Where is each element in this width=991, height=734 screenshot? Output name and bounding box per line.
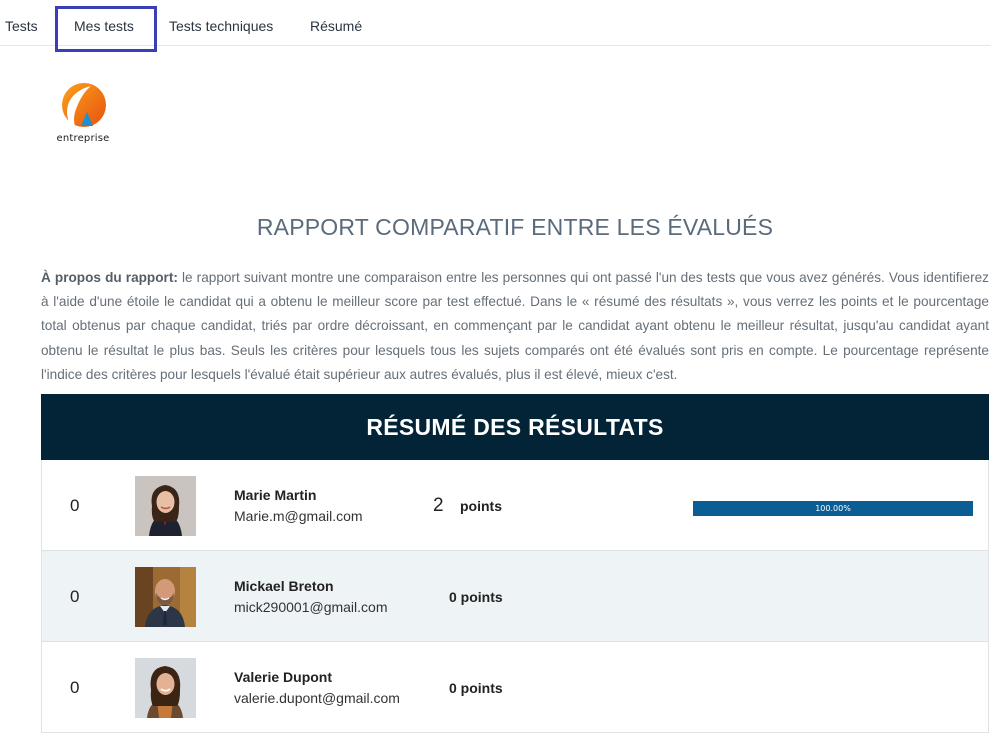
logo-text: entreprise <box>56 133 110 144</box>
candidate-name: Marie Martin <box>234 487 317 503</box>
points-text: 0 points <box>449 589 503 605</box>
points-text: 0 points <box>449 680 503 696</box>
report-title: RAPPORT COMPARATIF ENTRE LES ÉVALUÉS <box>256 214 774 240</box>
rank-value: 0 <box>70 587 80 606</box>
result-row: 0 Valerie Dupont valerie.dupont@gmail.co… <box>41 642 989 733</box>
nav-item-tests[interactable]: Tests <box>5 18 38 34</box>
rank-value: 0 <box>70 678 80 697</box>
candidate-email: mick290001@gmail.com <box>234 599 388 615</box>
points-value: 2 <box>433 495 444 516</box>
candidate-email: Marie.m@gmail.com <box>234 508 363 524</box>
nav-item-resume[interactable]: Résumé <box>310 18 362 34</box>
candidate-name: Mickael Breton <box>234 578 334 594</box>
results-title: RÉSUMÉ DES RÉSULTATS <box>366 413 664 440</box>
avatar-man-icon <box>135 567 196 627</box>
score-progress-bar: 100.00% <box>693 501 973 516</box>
avatar <box>135 567 196 627</box>
avatar-woman-icon <box>135 476 196 536</box>
candidate-email: valerie.dupont@gmail.com <box>234 690 400 706</box>
results-list: 0 Marie Martin Marie.m@gmail.com 2 point… <box>41 460 989 733</box>
candidate-name: Valerie Dupont <box>234 669 333 685</box>
points-label: points <box>460 498 502 514</box>
result-row: 0 Mickael Breton mick290001@gmail.com 0 … <box>41 551 989 642</box>
rank-value: 0 <box>70 496 80 515</box>
nav-item-tests-techniques[interactable]: Tests techniques <box>169 18 273 34</box>
about-label: À propos du rapport: <box>41 270 178 285</box>
company-logo: entreprise <box>50 80 116 146</box>
avatar <box>135 658 196 718</box>
score-progress-label: 100.00% <box>815 504 851 513</box>
about-paragraph: À propos du rapport: le rapport suivant … <box>41 266 989 387</box>
results-header: RÉSUMÉ DES RÉSULTATS <box>41 394 989 460</box>
result-row: 0 Marie Martin Marie.m@gmail.com 2 point… <box>41 460 989 551</box>
avatar <box>135 476 196 536</box>
avatar-woman-icon <box>135 658 196 718</box>
active-tab-highlight <box>55 6 157 52</box>
about-text: le rapport suivant montre une comparaiso… <box>41 270 989 382</box>
logo-mark-icon <box>62 83 106 127</box>
